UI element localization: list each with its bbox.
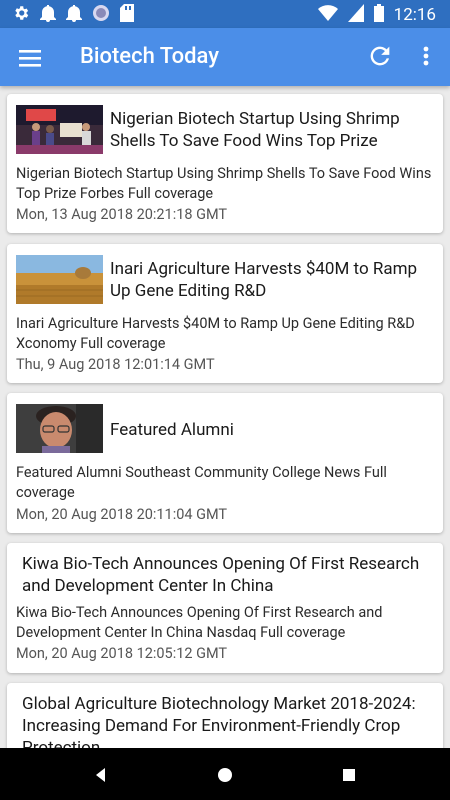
notification-bell-icon xyxy=(66,4,82,26)
more-vert-icon xyxy=(412,46,440,74)
article-title[interactable]: Nigerian Biotech Startup Using Shrimp Sh… xyxy=(110,108,435,152)
news-card[interactable]: Featured Alumni Featured Alumni Southeas… xyxy=(7,393,443,533)
recents-square-icon xyxy=(343,769,355,781)
back-button[interactable] xyxy=(90,764,112,786)
battery-icon xyxy=(373,4,384,26)
article-snippet: Featured Alumni Southeast Community Coll… xyxy=(16,464,387,501)
article-title[interactable]: Inari Agriculture Harvests $40M to Ramp … xyxy=(110,258,435,302)
article-thumbnail xyxy=(16,404,103,453)
home-button[interactable] xyxy=(214,764,236,786)
app-circle-icon xyxy=(92,4,110,26)
navigation-bar xyxy=(0,748,450,800)
menu-button[interactable] xyxy=(14,42,46,74)
app-title: Biotech Today xyxy=(80,44,220,69)
home-circle-icon xyxy=(218,768,232,782)
news-feed[interactable]: Nigerian Biotech Startup Using Shrimp Sh… xyxy=(0,86,450,748)
article-snippet: Inari Agriculture Harvests $40M to Ramp … xyxy=(16,315,415,352)
wifi-icon xyxy=(317,4,338,26)
notification-bell-icon xyxy=(40,4,56,26)
article-snippet: Nigerian Biotech Startup Using Shrimp Sh… xyxy=(16,165,432,202)
app-bar: Biotech Today xyxy=(0,28,450,86)
news-card[interactable]: Inari Agriculture Harvests $40M to Ramp … xyxy=(7,244,443,383)
article-date: Thu, 9 Aug 2018 12:01:14 GMT xyxy=(16,356,215,373)
article-title[interactable]: Kiwa Bio-Tech Announces Opening Of First… xyxy=(22,553,434,597)
article-title[interactable]: Global Agriculture Biotechnology Market … xyxy=(22,693,434,748)
article-title[interactable]: Featured Alumni xyxy=(110,419,435,441)
sd-card-icon xyxy=(120,4,134,26)
refresh-icon xyxy=(366,46,394,74)
article-date: Mon, 20 Aug 2018 12:05:12 GMT xyxy=(16,645,228,662)
article-thumbnail xyxy=(16,255,103,304)
article-snippet: Kiwa Bio-Tech Announces Opening Of First… xyxy=(16,604,383,641)
status-time: 12:16 xyxy=(393,5,436,25)
news-card[interactable]: Nigerian Biotech Startup Using Shrimp Sh… xyxy=(7,94,443,233)
article-date: Mon, 13 Aug 2018 20:21:18 GMT xyxy=(16,206,228,223)
settings-icon xyxy=(12,4,30,26)
refresh-button[interactable] xyxy=(366,42,394,70)
news-card[interactable]: Global Agriculture Biotechnology Market … xyxy=(7,683,443,748)
article-thumbnail xyxy=(16,105,103,154)
hamburger-menu-icon xyxy=(14,50,46,78)
article-date: Mon, 20 Aug 2018 20:11:04 GMT xyxy=(16,506,228,523)
overflow-menu-button[interactable] xyxy=(412,42,440,70)
cell-signal-icon xyxy=(347,4,364,26)
status-bar: 12:16 xyxy=(0,0,450,28)
back-triangle-icon xyxy=(96,768,105,782)
news-card[interactable]: Kiwa Bio-Tech Announces Opening Of First… xyxy=(7,543,443,673)
recents-button[interactable] xyxy=(338,764,360,786)
